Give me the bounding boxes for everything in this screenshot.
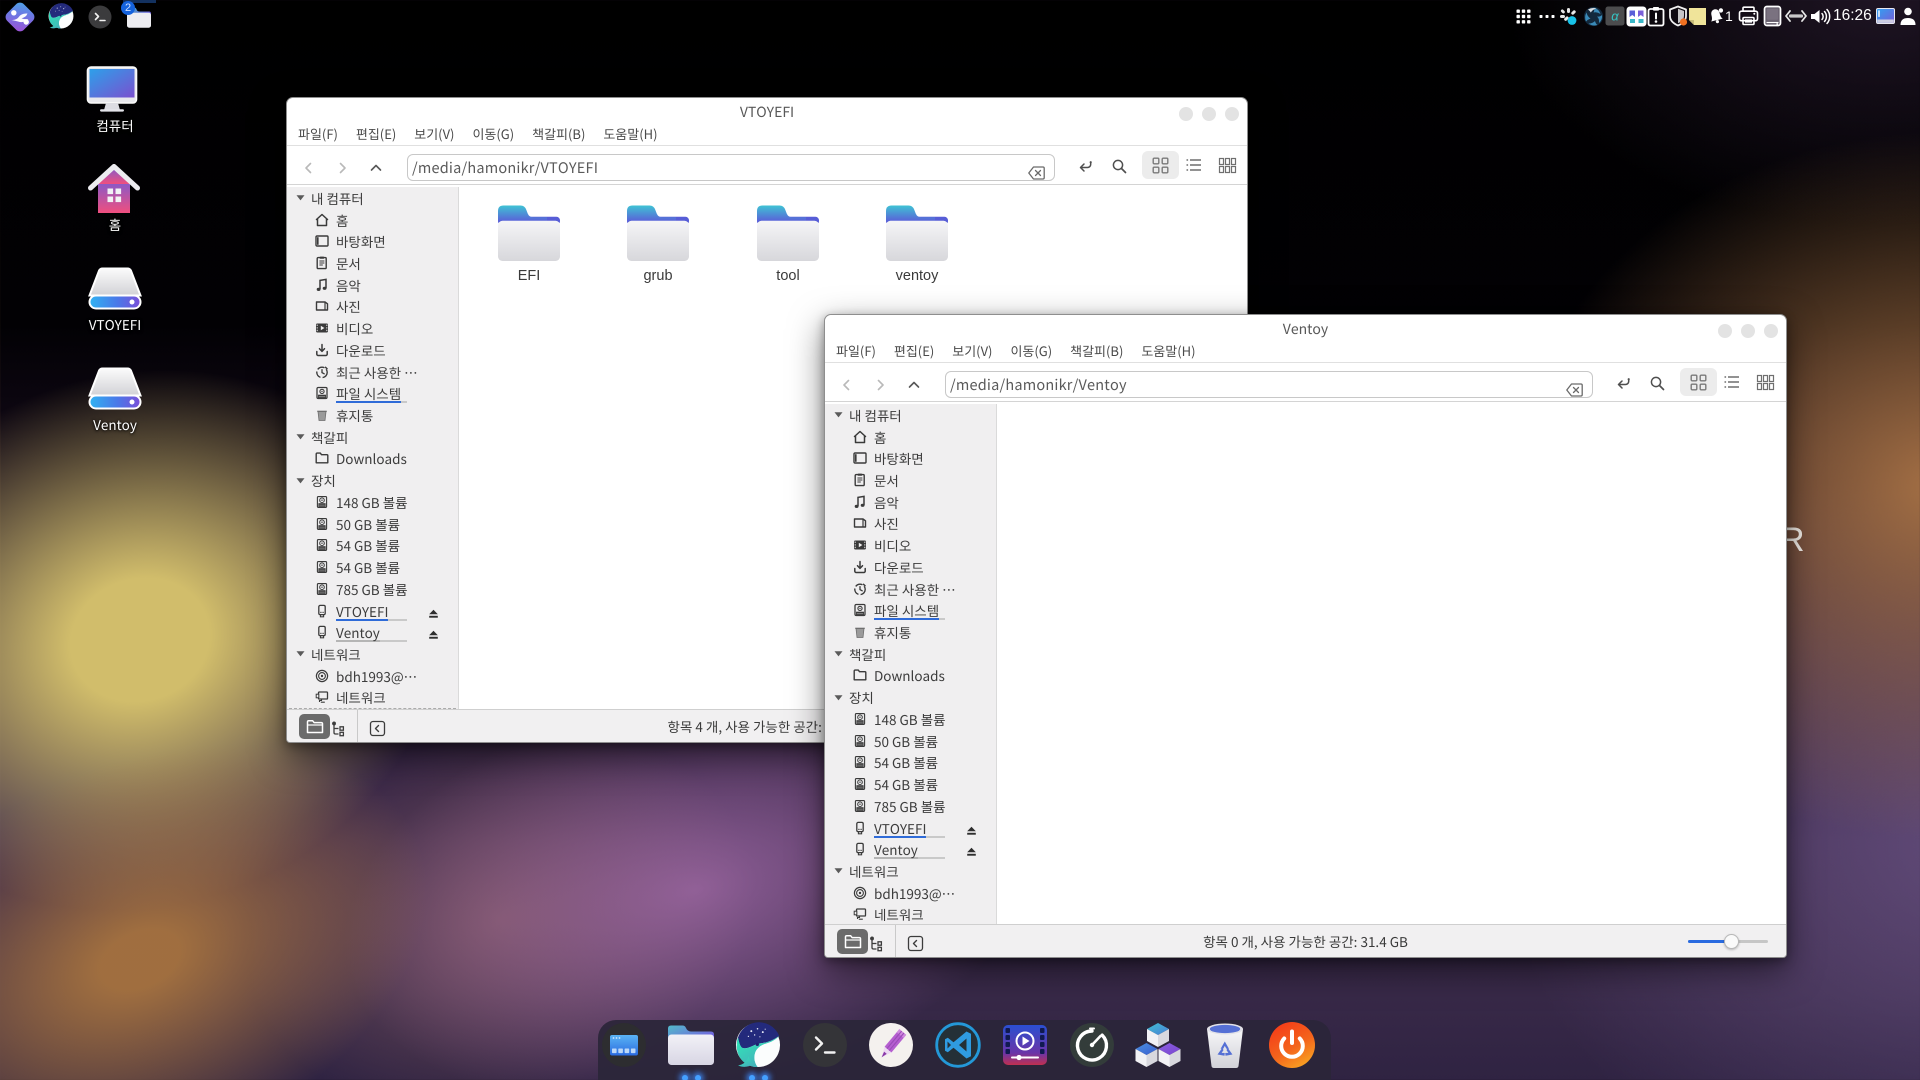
svg-text:α: α	[1611, 9, 1619, 24]
